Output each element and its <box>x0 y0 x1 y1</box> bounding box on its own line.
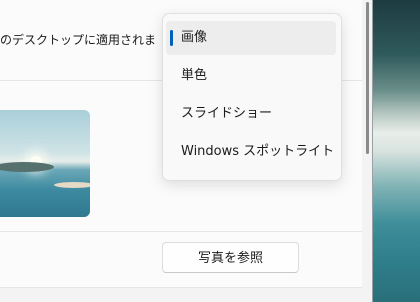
setting-description: のデスクトップに適用されま <box>0 33 157 47</box>
option-label: 画像 <box>181 30 208 45</box>
option-label: Windows スポットライト <box>181 144 335 159</box>
option-label: スライドショー <box>181 106 273 121</box>
dropdown-option-spotlight[interactable]: Windows スポットライト <box>166 135 336 169</box>
dropdown-option-slideshow[interactable]: スライドショー <box>166 97 336 131</box>
scrollbar[interactable] <box>366 0 370 302</box>
browse-photos-button[interactable]: 写真を参照 <box>162 242 299 273</box>
background-type-dropdown: 画像 単色 スライドショー Windows スポットライト <box>162 13 342 181</box>
dropdown-option-picture[interactable]: 画像 <box>166 21 336 55</box>
background-preview-image <box>0 110 90 217</box>
settings-window: のデスクトップに適用されま 写真を参照 画像 単色 スライドショー Window… <box>0 0 372 302</box>
dropdown-option-solid-color[interactable]: 単色 <box>166 59 336 93</box>
scrollbar-thumb[interactable] <box>366 2 369 154</box>
option-label: 単色 <box>181 68 208 83</box>
sandbar-graphic <box>54 182 90 188</box>
selection-indicator <box>170 30 173 46</box>
hill-graphic <box>0 162 54 172</box>
desktop-wallpaper-background <box>372 0 420 302</box>
